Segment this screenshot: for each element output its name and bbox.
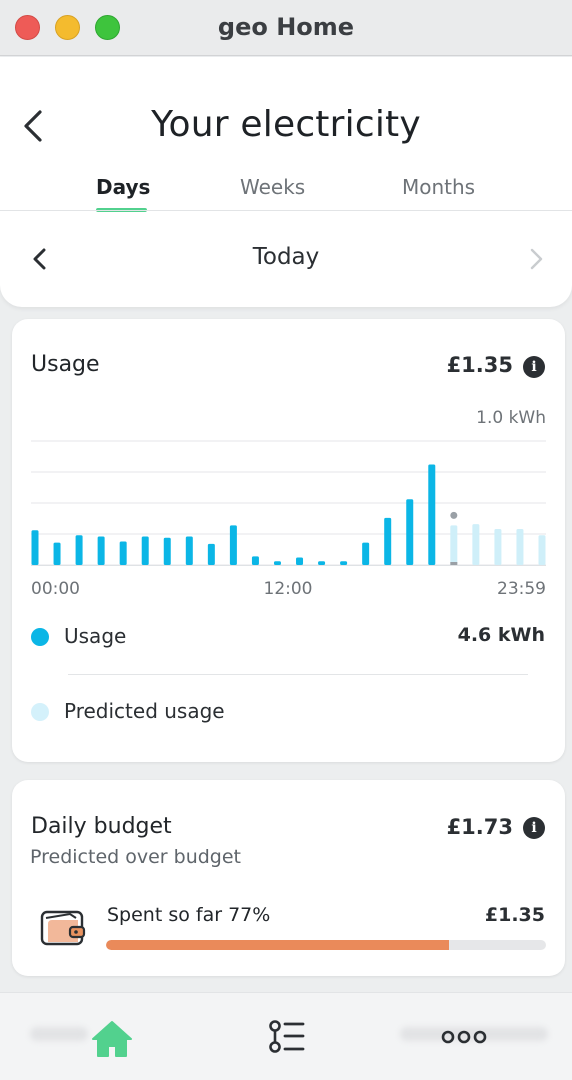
usage-legend-label: Usage <box>64 624 127 648</box>
wallet-icon <box>40 910 86 946</box>
predicted-usage-bar <box>538 535 546 565</box>
usage-bar <box>31 530 39 565</box>
legend-divider <box>68 674 528 675</box>
usage-bar <box>406 499 414 565</box>
budget-progress-fill <box>106 940 450 950</box>
usage-bar <box>340 561 348 565</box>
usage-total-value: 4.6 kWh <box>457 624 545 646</box>
usage-bar <box>97 536 105 565</box>
usage-bar <box>75 535 83 565</box>
predicted-usage-bar <box>472 524 480 565</box>
usage-bar <box>119 541 127 565</box>
usage-bar <box>163 537 171 565</box>
x-tick-label-mid: 12:00 <box>264 579 313 599</box>
usage-bar <box>362 542 370 565</box>
home-icon[interactable] <box>90 1019 134 1059</box>
x-tick-label-end: 23:59 <box>497 579 546 599</box>
usage-bar <box>251 556 259 565</box>
budget-status: Predicted over budget <box>30 846 242 868</box>
list-icon[interactable] <box>268 1019 306 1055</box>
spent-so-far-label: Spent so far 77% <box>107 904 271 926</box>
tabs-divider <box>0 210 572 211</box>
window-title: geo Home <box>217 13 355 41</box>
usage-bar <box>318 561 326 565</box>
more-icon[interactable] <box>440 1029 488 1045</box>
tab-weeks[interactable]: Weeks <box>240 175 305 199</box>
budget-title: Daily budget <box>31 814 172 839</box>
usage-bar <box>384 517 392 565</box>
current-time-marker <box>450 511 458 519</box>
predicted-legend-dot <box>31 703 49 721</box>
usage-bar <box>141 536 149 565</box>
current-time-baseline-mark <box>450 562 458 565</box>
predicted-usage-bar <box>450 525 458 565</box>
next-day-icon[interactable] <box>526 246 546 272</box>
nav-blurred-label-left <box>30 1027 88 1041</box>
page-title: Your electricity <box>151 104 421 145</box>
budget-info-icon[interactable]: i <box>523 817 545 839</box>
predicted-usage-bar <box>516 529 524 565</box>
usage-bar <box>207 543 215 565</box>
date-label: Today <box>252 244 320 270</box>
tab-days[interactable]: Days <box>96 175 150 199</box>
bottom-nav <box>0 992 572 1080</box>
y-axis-max-label: 1.0 kWh <box>476 408 546 428</box>
usage-bar <box>296 557 304 565</box>
usage-bar <box>273 561 281 565</box>
predicted-legend-label: Predicted usage <box>64 699 225 723</box>
usage-chart: 1.0 kWh 00:00 12:00 23:59 <box>31 408 546 599</box>
predicted-usage-bar <box>494 529 502 565</box>
x-tick-label-start: 00:00 <box>31 579 80 599</box>
spent-so-far-value: £1.35 <box>484 904 545 926</box>
usage-bar <box>53 542 61 565</box>
usage-bar <box>428 464 436 565</box>
budget-card: Daily budget £1.73 i Predicted over budg… <box>12 780 565 976</box>
budget-amount: £1.73 <box>446 815 513 839</box>
tab-months[interactable]: Months <box>402 175 475 199</box>
budget-progress-bar <box>106 940 546 950</box>
usage-bar <box>229 525 237 565</box>
window-titlebar: geo Home <box>0 0 572 56</box>
usage-card: Usage £1.35 i 1.0 kWh 00:00 12:00 23:59 … <box>12 319 565 762</box>
usage-legend-dot <box>31 628 49 646</box>
usage-bar <box>185 536 193 565</box>
